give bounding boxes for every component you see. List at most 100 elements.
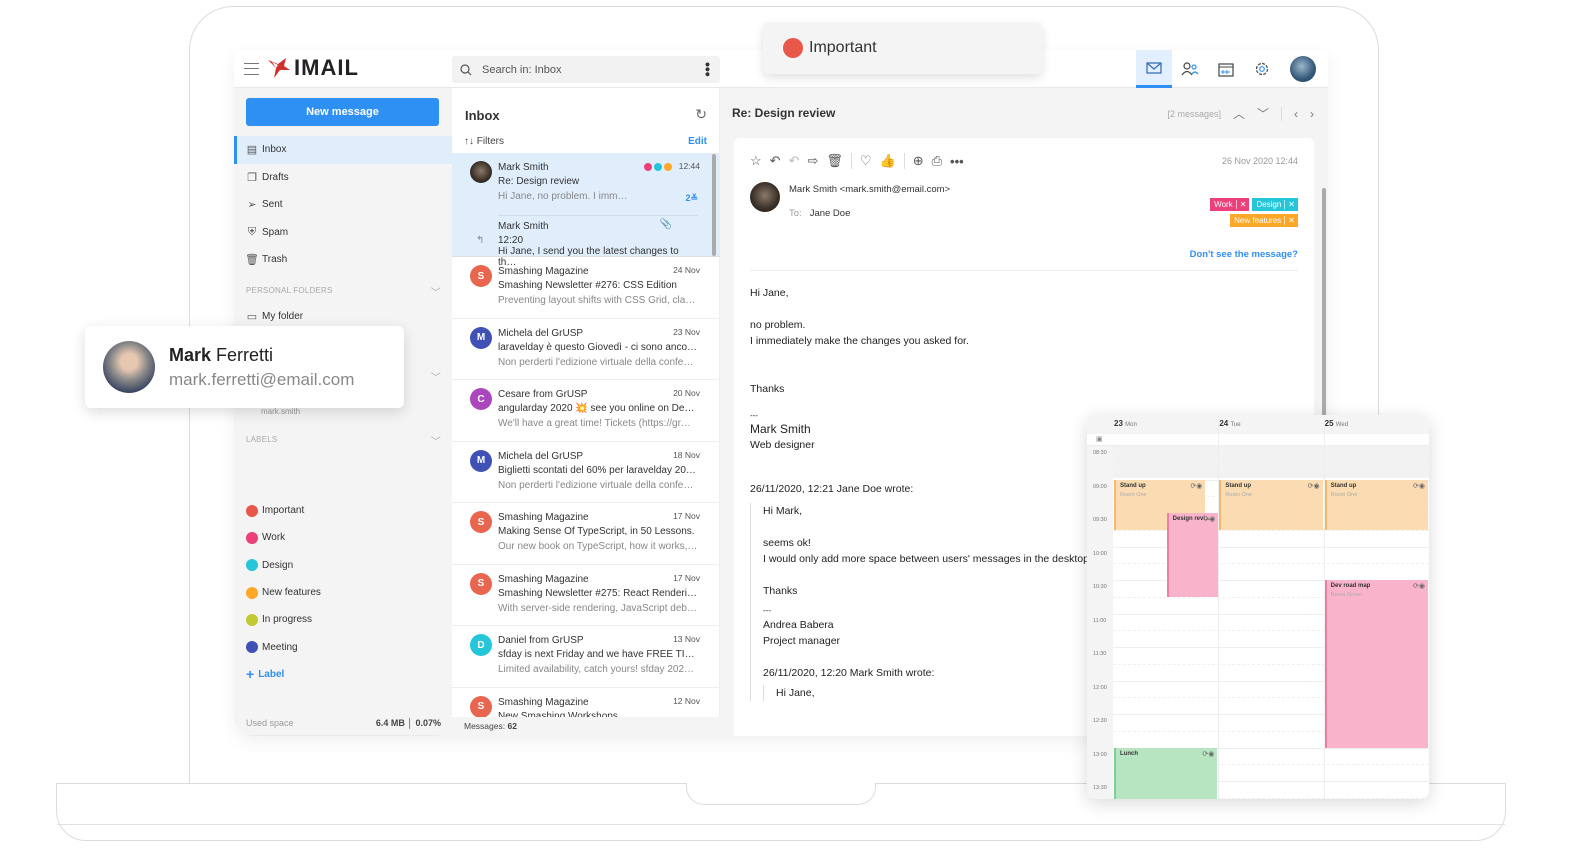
- add-label-text: Label: [258, 668, 285, 680]
- tag[interactable]: Work ✕: [1210, 198, 1250, 211]
- refresh-icon[interactable]: ↻: [695, 106, 707, 123]
- chevron-down-icon[interactable]: ﹀: [431, 369, 441, 384]
- label-item[interactable]: Design: [246, 552, 321, 579]
- messages-count-label: Messages:: [464, 721, 506, 731]
- spam-shield-icon[interactable]: ⊕: [913, 153, 924, 169]
- calendar-day-header[interactable]: 23 Mon: [1114, 419, 1137, 428]
- like-icon[interactable]: 👍: [880, 153, 896, 169]
- half-hour-line: [1113, 462, 1429, 464]
- sidebar-item-trash[interactable]: 🗑 Trash: [234, 246, 452, 274]
- list-item[interactable]: D Daniel from GrUSP 13 Nov sfday is next…: [452, 626, 720, 688]
- thread-reply-item[interactable]: Mark Smith 12:20 📎 ↰ Hi Jane, I send you…: [452, 215, 720, 268]
- label-item[interactable]: In progress: [246, 606, 321, 633]
- sort-icon: ↑↓: [464, 136, 477, 147]
- label-icon[interactable]: ♡: [860, 153, 872, 169]
- subject: sfday is next Friday and we have FREE TI…: [498, 649, 698, 660]
- hamburger-menu-icon[interactable]: [244, 63, 259, 75]
- remove-tag-icon[interactable]: ✕: [1284, 200, 1295, 209]
- list-item[interactable]: M Michela del GrUSP 18 Nov Biglietti sco…: [452, 442, 720, 503]
- sidebar-item-drafts[interactable]: ❐ Drafts: [234, 164, 452, 192]
- print-icon[interactable]: ⎙: [932, 153, 942, 169]
- calendar-day-header[interactable]: 24 Tue: [1219, 419, 1240, 428]
- star-icon[interactable]: ☆: [750, 153, 762, 169]
- contact-last-name: Ferretti: [216, 344, 274, 365]
- calendar-event[interactable]: Lunch ⟳◉: [1114, 747, 1218, 799]
- chevron-down-icon[interactable]: ﹀: [1257, 105, 1269, 122]
- sidebar-item-sent[interactable]: ➢ Sent: [234, 191, 452, 219]
- logo[interactable]: IMAIL: [266, 55, 359, 81]
- list-item[interactable]: S Smashing Magazine 17 Nov Making Sense …: [452, 503, 720, 565]
- scrollbar[interactable]: [712, 154, 716, 256]
- calendar-event[interactable]: Stand up Room One ⟳◉: [1219, 479, 1323, 530]
- new-message-button[interactable]: New message: [246, 98, 439, 126]
- subject: Smashing Newsletter #275: React Renderin…: [498, 587, 698, 599]
- sender[interactable]: Mark Smith <mark.smith@email.com>: [789, 184, 950, 195]
- calendar-icon[interactable]: [1208, 50, 1244, 88]
- tag[interactable]: New features ✕: [1230, 214, 1298, 227]
- filters-button[interactable]: ↑↓ Filters: [464, 136, 504, 147]
- labels-list: Important Work Design New features In progre…: [246, 497, 321, 688]
- date: 13 Nov: [673, 634, 700, 644]
- label-item[interactable]: New features: [246, 579, 321, 606]
- day-divider: [1218, 415, 1220, 799]
- list-item[interactable]: S Smashing Magazine 24 Nov Smashing News…: [452, 257, 720, 319]
- event-title: Stand up: [1120, 482, 1146, 489]
- more-options-icon[interactable]: •••: [700, 62, 716, 77]
- sidebar-item-inbox[interactable]: ▤ Inbox: [234, 136, 452, 164]
- calendar-day-header[interactable]: 25 Wed: [1325, 419, 1348, 428]
- important-label-popup[interactable]: Important: [763, 22, 1042, 74]
- reply-icon[interactable]: ↶: [770, 153, 781, 169]
- list-item[interactable]: C Cesare from GrUSP 20 Nov angularday 20…: [452, 380, 720, 442]
- calendar-event[interactable]: Design revi… ⟳◉: [1166, 513, 1219, 597]
- reply-all-icon[interactable]: ↶: [789, 153, 800, 169]
- previous-message-icon[interactable]: ‹: [1294, 107, 1298, 121]
- body-line: Thanks: [763, 585, 798, 597]
- app-name: IMAIL: [294, 55, 359, 80]
- forward-icon[interactable]: ⇨: [807, 153, 818, 169]
- sidebar-item-spam[interactable]: ⛨ Spam: [234, 219, 452, 247]
- thread-count[interactable]: 2≚: [685, 193, 698, 204]
- calendar-event[interactable]: Stand up Room One ⟳◉: [1324, 479, 1428, 530]
- sender-avatar[interactable]: [750, 182, 780, 212]
- remove-tag-icon[interactable]: ✕: [1284, 216, 1295, 225]
- list-item[interactable]: S Smashing Magazine 12 Nov New Smashing …: [452, 688, 720, 717]
- chevron-up-icon[interactable]: ︿: [1233, 105, 1245, 122]
- trash-icon[interactable]: 🗑: [826, 153, 843, 169]
- user-avatar[interactable]: [1290, 56, 1316, 82]
- calendar-event[interactable]: Dev road map Room Green ⟳◉: [1324, 580, 1428, 748]
- tag-label: New features: [1234, 216, 1282, 225]
- avatar: S: [470, 572, 492, 595]
- labels-header[interactable]: LABELS ﹀: [246, 435, 441, 448]
- label-item[interactable]: Meeting: [246, 633, 321, 660]
- subject: Biglietti scontati del 60% per laravelda…: [498, 464, 696, 476]
- contacts-icon[interactable]: [1172, 50, 1208, 88]
- list-item[interactable]: M Michela del GrUSP 23 Nov laravelday è …: [452, 319, 720, 380]
- message-list: Inbox ↻ ↑↓ Filters Edit Mark Smith 12:44…: [452, 88, 720, 736]
- chevron-down-icon[interactable]: ﹀: [431, 433, 441, 448]
- laptop-notch: [686, 783, 876, 805]
- to-value[interactable]: Jane Doe: [810, 208, 851, 219]
- chevron-down-icon[interactable]: ﹀: [431, 284, 441, 299]
- dont-see-message-link[interactable]: Don't see the message?: [1190, 249, 1298, 260]
- search-input[interactable]: Search in: Inbox •••: [452, 56, 720, 83]
- contact-card[interactable]: Mark Ferretti mark.ferretti@email.com: [85, 326, 404, 408]
- mail-icon[interactable]: [1136, 50, 1172, 88]
- used-space: Used space 6.4 MB │ 0.07%: [246, 718, 441, 728]
- label-item[interactable]: Important: [246, 497, 321, 524]
- remove-tag-icon[interactable]: ✕: [1235, 200, 1246, 209]
- personal-folders-header[interactable]: PERSONAL FOLDERS ﹀: [246, 286, 441, 299]
- add-label-button[interactable]: + Label: [246, 661, 321, 688]
- settings-icon[interactable]: [1244, 50, 1280, 88]
- section-title: PERSONAL FOLDERS: [246, 286, 333, 295]
- more-icon[interactable]: •••: [950, 154, 964, 169]
- avatar: D: [470, 634, 492, 656]
- edit-button[interactable]: Edit: [688, 136, 707, 147]
- list-item[interactable]: S Smashing Magazine 17 Nov Smashing News…: [452, 565, 720, 626]
- next-message-icon[interactable]: ›: [1310, 107, 1314, 121]
- sender: Smashing Magazine: [498, 512, 589, 523]
- time-label: 12:00: [1093, 684, 1107, 691]
- label-item[interactable]: Work: [246, 524, 321, 551]
- thread-item[interactable]: Mark Smith 12:44 Re: Design review Hi Ja…: [452, 153, 720, 215]
- label-dot: [246, 641, 258, 654]
- tag[interactable]: Design ✕: [1252, 198, 1298, 211]
